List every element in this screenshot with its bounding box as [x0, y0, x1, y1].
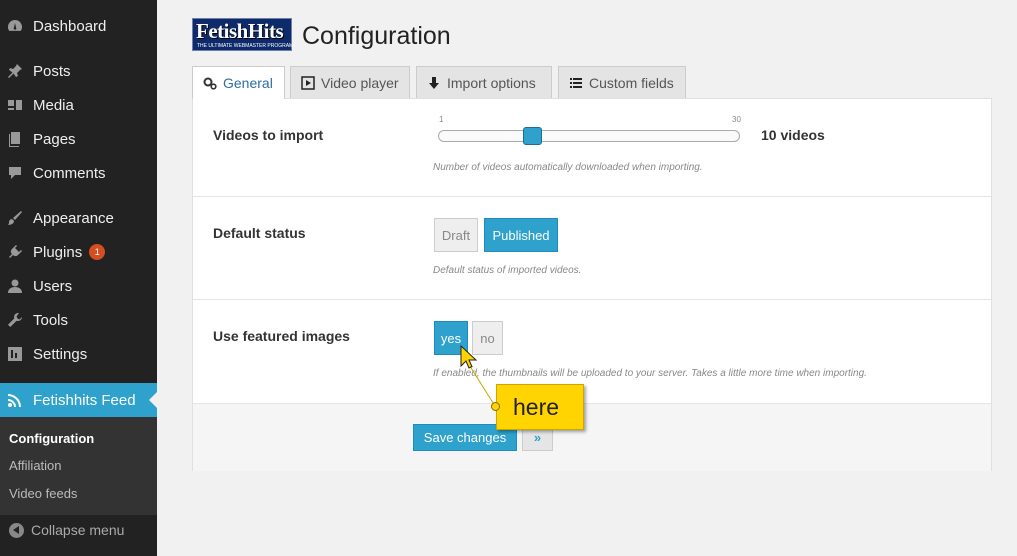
default-status-label: Default status — [213, 225, 306, 241]
tab-import-options[interactable]: Import options — [416, 66, 552, 98]
status-draft-button[interactable]: Draft — [434, 218, 478, 252]
sidebar-item-comments[interactable]: Comments — [0, 158, 157, 188]
status-published-button[interactable]: Published — [484, 218, 558, 252]
sidebar-item-label: Comments — [33, 164, 106, 182]
play-icon — [301, 75, 315, 90]
sidebar-item-label: Pages — [33, 130, 76, 148]
sidebar-item-media[interactable]: Media — [0, 90, 157, 120]
sidebar-item-fetishhits-feed[interactable]: Fetishhits Feed — [0, 383, 157, 417]
tab-label: General — [223, 75, 273, 91]
admin-sidebar: Dashboard Posts Media Pages Comments App… — [0, 0, 157, 556]
media-icon — [7, 97, 23, 113]
paintbrush-icon — [7, 210, 23, 226]
tab-general[interactable]: General — [192, 66, 285, 99]
sidebar-item-posts[interactable]: Posts — [0, 56, 157, 86]
sidebar-item-label: Dashboard — [33, 17, 107, 35]
pin-icon — [7, 63, 23, 79]
download-arrow-icon — [427, 76, 441, 90]
sidebar-item-appearance[interactable]: Appearance — [0, 203, 157, 233]
page-title: Configuration — [302, 22, 451, 50]
sidebar-item-label: Users — [33, 277, 73, 295]
submenu-item-video-feeds[interactable]: Video feeds — [9, 486, 77, 501]
panel-footer — [193, 403, 991, 471]
tab-label: Import options — [447, 74, 536, 91]
logo-wordmark: FetishHits — [196, 19, 284, 43]
sidebar-item-settings[interactable]: Settings — [0, 339, 157, 369]
rss-icon — [7, 392, 23, 408]
videos-slider-track[interactable] — [438, 130, 740, 142]
sidebar-item-users[interactable]: Users — [0, 271, 157, 301]
featured-images-label: Use featured images — [213, 328, 350, 344]
tab-video-player[interactable]: Video player — [290, 66, 410, 98]
slider-min-label: 1 — [439, 115, 444, 124]
sidebar-item-label: Posts — [33, 62, 71, 80]
sidebar-item-pages[interactable]: Pages — [0, 124, 157, 154]
settings-icon — [7, 346, 23, 362]
sidebar-item-label: Fetishhits Feed — [33, 391, 136, 409]
collapse-menu-button[interactable]: Collapse menu — [9, 522, 124, 538]
sidebar-item-label: Appearance — [33, 209, 114, 227]
fetishhits-logo: FetishHits THE ULTIMATE WEBMASTER PROGRA… — [192, 18, 294, 51]
tab-custom-fields[interactable]: Custom fields — [558, 66, 686, 98]
collapse-menu-label: Collapse menu — [31, 522, 125, 538]
wrench-icon — [7, 312, 23, 328]
row-divider — [193, 196, 991, 197]
user-icon — [7, 278, 23, 294]
sidebar-item-dashboard[interactable]: Dashboard — [0, 11, 157, 41]
settings-panel: Videos to import 1 30 10 videos Number o… — [192, 98, 992, 471]
featured-images-description: If enabled, the thumbnails will be uploa… — [433, 368, 867, 379]
pages-icon — [7, 131, 23, 147]
slider-max-label: 30 — [732, 115, 741, 124]
default-status-description: Default status of imported videos. — [433, 265, 582, 276]
row-divider — [193, 299, 991, 300]
tab-label: Video player — [321, 74, 399, 91]
logo-tagline: THE ULTIMATE WEBMASTER PROGRAM — [197, 43, 294, 49]
featured-no-button[interactable]: no — [472, 321, 503, 355]
annotation-callout: here — [496, 384, 584, 430]
sidebar-item-plugins[interactable]: Plugins 1 — [0, 237, 157, 267]
dashboard-icon — [7, 18, 23, 34]
callout-anchor-dot — [491, 402, 500, 411]
fetishhits-submenu: Configuration Affiliation Video feeds — [0, 417, 157, 515]
featured-yes-button[interactable]: yes — [434, 321, 468, 355]
sidebar-item-label: Settings — [33, 345, 88, 363]
videos-to-import-label: Videos to import — [213, 127, 324, 143]
sidebar-item-label: Plugins — [33, 243, 83, 261]
comment-icon — [7, 165, 23, 181]
sidebar-item-label: Tools — [33, 311, 69, 329]
videos-slider-handle[interactable] — [523, 127, 542, 145]
tab-label: Custom fields — [589, 74, 674, 91]
collapse-arrow-icon — [9, 522, 24, 538]
sidebar-item-label: Media — [33, 96, 74, 114]
submenu-item-affiliation[interactable]: Affiliation — [9, 458, 62, 473]
update-count-badge: 1 — [89, 244, 106, 260]
list-icon — [569, 76, 583, 90]
videos-slider-value: 10 videos — [761, 127, 825, 143]
callout-text: here — [513, 393, 560, 420]
plugin-icon — [7, 244, 23, 260]
submenu-item-configuration[interactable]: Configuration — [9, 431, 94, 446]
gears-icon — [203, 76, 217, 90]
sidebar-item-tools[interactable]: Tools — [0, 305, 157, 335]
videos-to-import-description: Number of videos automatically downloade… — [433, 162, 703, 173]
